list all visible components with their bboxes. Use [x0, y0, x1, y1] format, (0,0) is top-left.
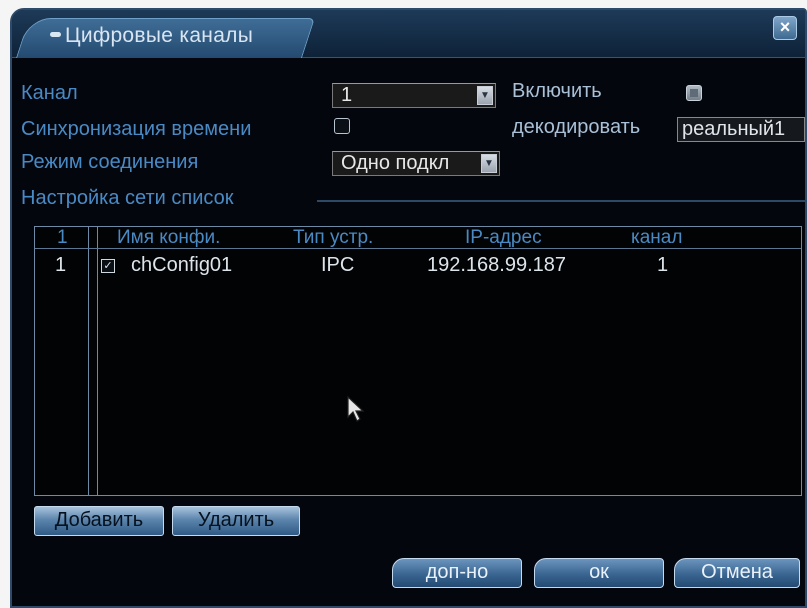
channel-select-value: 1 [341, 84, 353, 106]
enable-checkbox[interactable] [686, 85, 702, 101]
cancel-button[interactable]: Отмена [674, 558, 800, 588]
column-header-device-type: Тип устр. [293, 227, 374, 248]
time-sync-checkbox[interactable] [334, 118, 350, 134]
dialog-title: Цифровые каналы [50, 24, 253, 48]
decode-field[interactable]: реальный1 [677, 117, 805, 142]
mouse-pointer-glyph [347, 395, 365, 422]
dialog-title-text: Цифровые каналы [65, 24, 254, 47]
column-header-index: 1 [57, 227, 68, 248]
digital-channels-dialog: Цифровые каналы × Канал 1 ▼ Включить Син… [10, 8, 807, 608]
connection-mode-label: Режим соединения [21, 151, 199, 173]
row-config-name: chConfig01 [131, 254, 233, 276]
enable-label: Включить [512, 80, 602, 102]
network-list-section-title: Настройка сети список [21, 187, 234, 209]
column-header-channel: канал [631, 227, 683, 248]
row-index: 1 [55, 254, 67, 276]
table-row[interactable]: 1 ✓ chConfig01 IPC 192.168.99.187 1 [35, 253, 801, 279]
advanced-button[interactable]: доп-но [392, 558, 522, 588]
channel-select[interactable]: 1 ▼ [332, 83, 496, 108]
connection-mode-value: Одно подкл [341, 152, 450, 174]
close-button[interactable]: × [773, 16, 797, 40]
time-sync-label: Синхронизация времени [21, 118, 252, 140]
table-header: 1 Имя конфи. Тип устр. IP-адрес канал [35, 227, 801, 249]
section-divider [317, 200, 805, 202]
row-ip-address: 192.168.99.187 [427, 254, 567, 276]
delete-button[interactable]: Удалить [172, 506, 300, 536]
title-bullet-icon [50, 32, 61, 38]
ok-button[interactable]: ок [534, 558, 664, 588]
decode-label: декодировать [512, 116, 641, 138]
column-header-ip-address: IP-адрес [465, 227, 542, 248]
row-checkbox[interactable]: ✓ [101, 259, 115, 273]
connection-mode-select[interactable]: Одно подкл ▼ [332, 151, 500, 176]
close-icon: × [779, 17, 791, 37]
row-device-type: IPC [321, 254, 355, 276]
chevron-down-icon[interactable]: ▼ [477, 86, 493, 105]
add-button[interactable]: Добавить [34, 506, 164, 536]
row-channel: 1 [657, 254, 669, 276]
network-config-table: 1 Имя конфи. Тип устр. IP-адрес канал 1 … [34, 226, 802, 496]
title-bar: Цифровые каналы × [12, 10, 805, 58]
channel-label: Канал [21, 82, 78, 104]
column-header-config-name: Имя конфи. [117, 227, 221, 248]
chevron-down-icon[interactable]: ▼ [481, 154, 497, 173]
